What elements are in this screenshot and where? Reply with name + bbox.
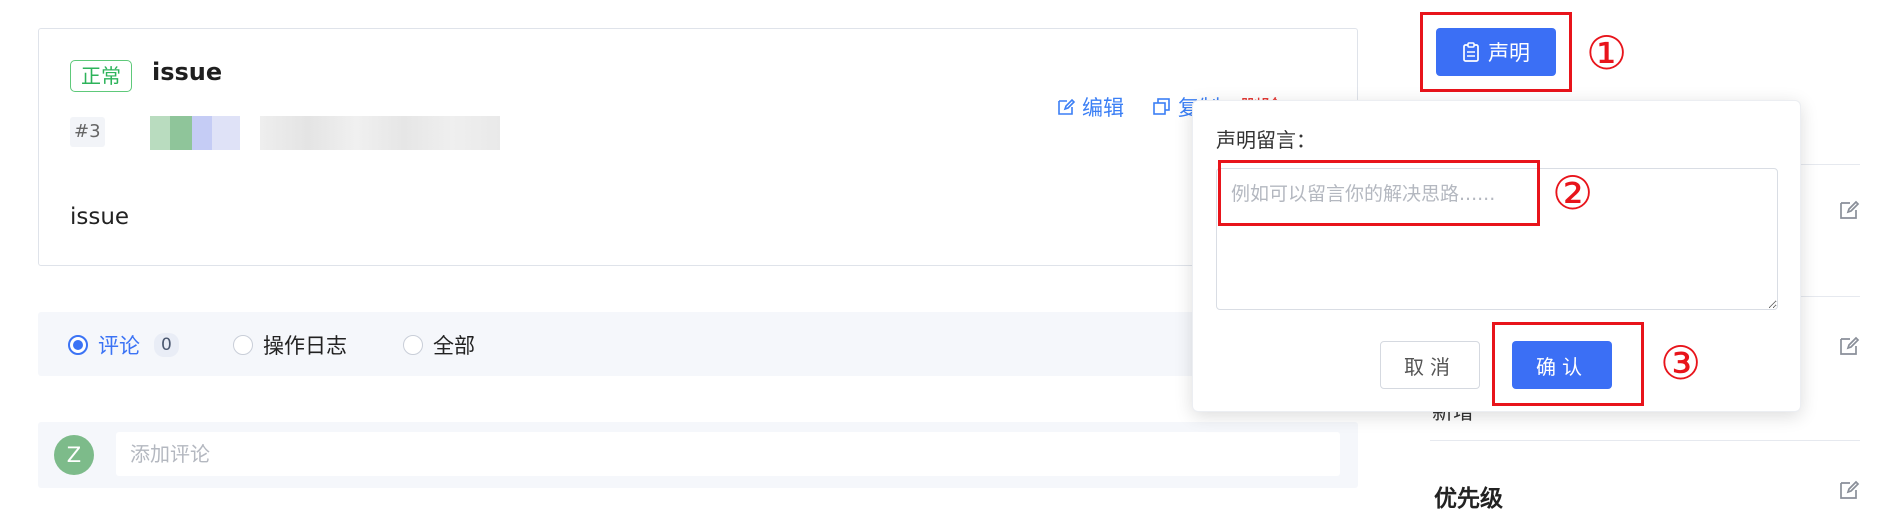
tab-comments[interactable]: 评论 0 [68, 330, 179, 360]
radio-icon[interactable] [403, 335, 423, 355]
declare-message-label: 声明留言： [1216, 128, 1316, 152]
comment-input[interactable] [116, 432, 1340, 476]
annotation-box-2 [1218, 160, 1540, 226]
edit-icon[interactable] [1838, 479, 1860, 501]
annotation-box-3 [1492, 322, 1644, 406]
annotation-marker-1: ① [1586, 26, 1628, 80]
comment-count-badge: 0 [154, 333, 179, 357]
annotation-marker-3: ③ [1660, 336, 1702, 390]
priority-label: 优先级 [1434, 486, 1503, 512]
edit-issue-link[interactable]: 编辑 [1056, 92, 1124, 122]
annotation-box-1 [1420, 12, 1572, 92]
blurred-metadata [150, 116, 510, 150]
issue-body: issue [70, 204, 130, 230]
status-badge: 正常 [70, 60, 132, 92]
tab-operation-log[interactable]: 操作日志 [233, 330, 347, 360]
annotation-marker-2: ② [1552, 166, 1594, 220]
copy-icon [1153, 98, 1170, 115]
tab-all[interactable]: 全部 [403, 330, 475, 360]
avatar: Z [54, 435, 94, 475]
cancel-button[interactable]: 取消 [1380, 341, 1480, 389]
tab-operation-log-label: 操作日志 [263, 334, 347, 358]
issue-number: #3 [70, 117, 105, 147]
tab-comments-label: 评论 [98, 334, 140, 358]
edit-icon[interactable] [1838, 199, 1860, 221]
radio-checked-icon[interactable] [68, 335, 88, 355]
tab-all-label: 全部 [433, 334, 475, 358]
edit-label: 编辑 [1082, 96, 1124, 120]
side-divider [1430, 440, 1860, 441]
edit-icon[interactable] [1838, 335, 1860, 357]
edit-icon [1058, 98, 1076, 115]
issue-title: issue [152, 58, 223, 86]
radio-icon[interactable] [233, 335, 253, 355]
